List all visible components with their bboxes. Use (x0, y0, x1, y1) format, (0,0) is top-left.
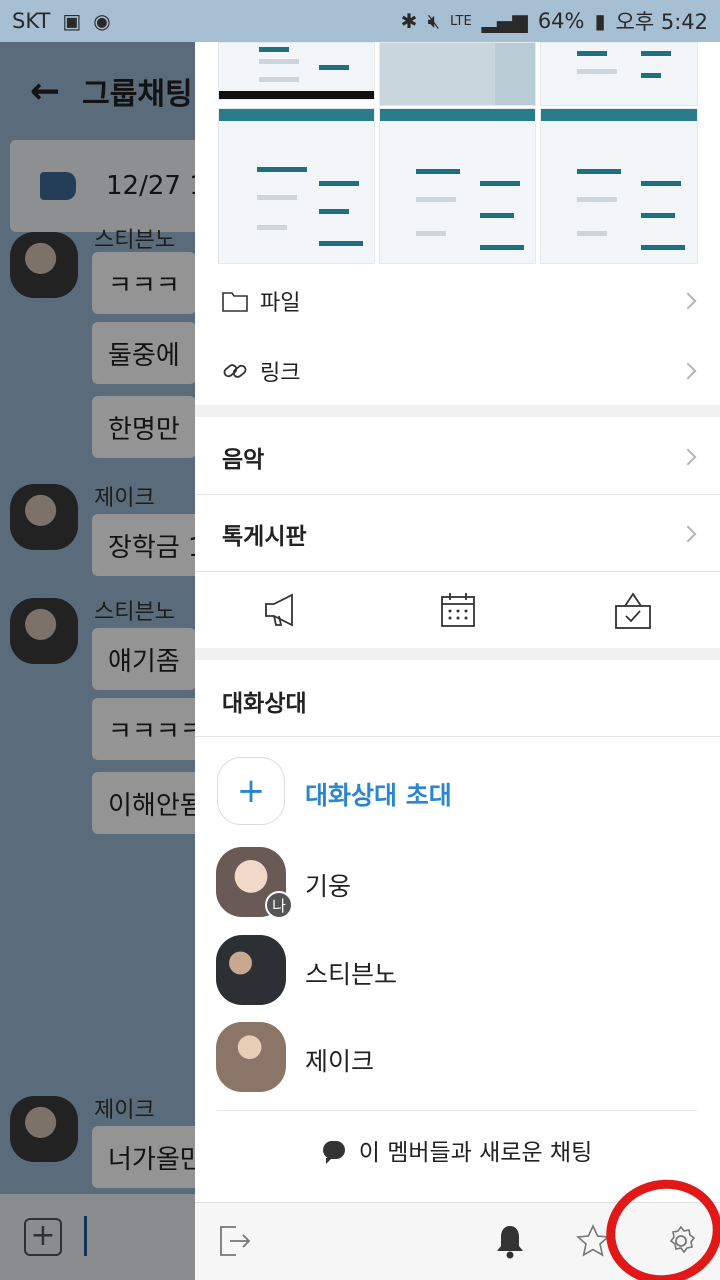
invite-plus-icon[interactable]: + (217, 757, 285, 825)
mute-icon: 🔇︎ (427, 9, 441, 33)
drawer-item-board[interactable]: 톡게시판 (195, 495, 720, 573)
member-item[interactable]: 스티븐노 (195, 935, 720, 1007)
chevron-right-icon (679, 362, 697, 380)
media-thumbnail[interactable] (218, 42, 375, 100)
battery-percent: 64% (537, 9, 585, 33)
media-thumbnail[interactable] (540, 108, 698, 264)
drawer-item-file[interactable]: 파일 (195, 264, 720, 338)
member-item[interactable]: 나 기웅 (195, 847, 720, 919)
chevron-right-icon (679, 292, 697, 310)
music-label: 음악 (222, 447, 265, 473)
media-thumbnail[interactable] (379, 42, 536, 106)
member-name: 제이크 (305, 1047, 375, 1076)
clock: 오후 5:42 (615, 10, 708, 34)
exit-icon[interactable] (215, 1221, 255, 1261)
link-icon (222, 360, 248, 382)
new-chat-label: 이 멤버들과 새로운 채팅 (358, 1140, 593, 1166)
megaphone-icon[interactable] (261, 588, 305, 632)
member-name: 기웅 (305, 872, 352, 901)
media-thumbnail[interactable] (540, 42, 698, 106)
gallery-icon: ▣ (62, 9, 82, 33)
network-label: LTE (450, 13, 472, 29)
divider (195, 405, 720, 417)
new-chat-with-members-button[interactable]: 이 멤버들과 새로운 채팅 (195, 1112, 720, 1188)
file-label: 파일 (260, 291, 301, 316)
notification-icon: ◉ (93, 9, 111, 33)
drawer-item-music[interactable]: 음악 (195, 418, 720, 496)
chat-drawer: 파일 링크 음악 톡게시판 대화상대 + 대화상대 초대 나 기웅 스티븐노 제… (195, 42, 720, 1280)
divider (195, 736, 720, 737)
member-name: 스티븐노 (305, 960, 398, 989)
link-label: 링크 (260, 361, 301, 386)
divider (195, 648, 720, 660)
media-thumbnails (218, 42, 698, 264)
drawer-item-link[interactable]: 링크 (195, 334, 720, 408)
divider (217, 1110, 697, 1111)
avatar[interactable] (216, 1022, 286, 1092)
signal-icon: ▂▄▆ (481, 9, 528, 33)
invite-member-button[interactable]: 대화상대 초대 (305, 776, 452, 812)
me-badge: 나 (265, 891, 293, 919)
folder-icon (222, 290, 248, 312)
chevron-right-icon (679, 525, 697, 543)
member-item[interactable]: 제이크 (195, 1022, 720, 1094)
carrier-label: SKT (12, 9, 51, 33)
avatar[interactable] (216, 935, 286, 1005)
bluetooth-icon: ✱ (400, 9, 418, 33)
media-thumbnail[interactable] (218, 108, 375, 264)
vote-icon[interactable] (611, 588, 655, 632)
status-bar: SKT ▣ ◉ ✱ 🔇︎ LTE ▂▄▆ 64% ▮ 오후 5:42 (0, 0, 720, 42)
board-label: 톡게시판 (222, 524, 307, 550)
chevron-right-icon (679, 448, 697, 466)
battery-icon: ▮ (594, 9, 606, 33)
speech-bubble-icon (322, 1141, 345, 1164)
media-thumbnail[interactable] (379, 108, 536, 264)
calendar-icon[interactable] (436, 588, 480, 632)
drawer-tools (195, 572, 720, 648)
members-title: 대화상대 (222, 691, 307, 717)
bell-icon[interactable] (490, 1221, 530, 1261)
